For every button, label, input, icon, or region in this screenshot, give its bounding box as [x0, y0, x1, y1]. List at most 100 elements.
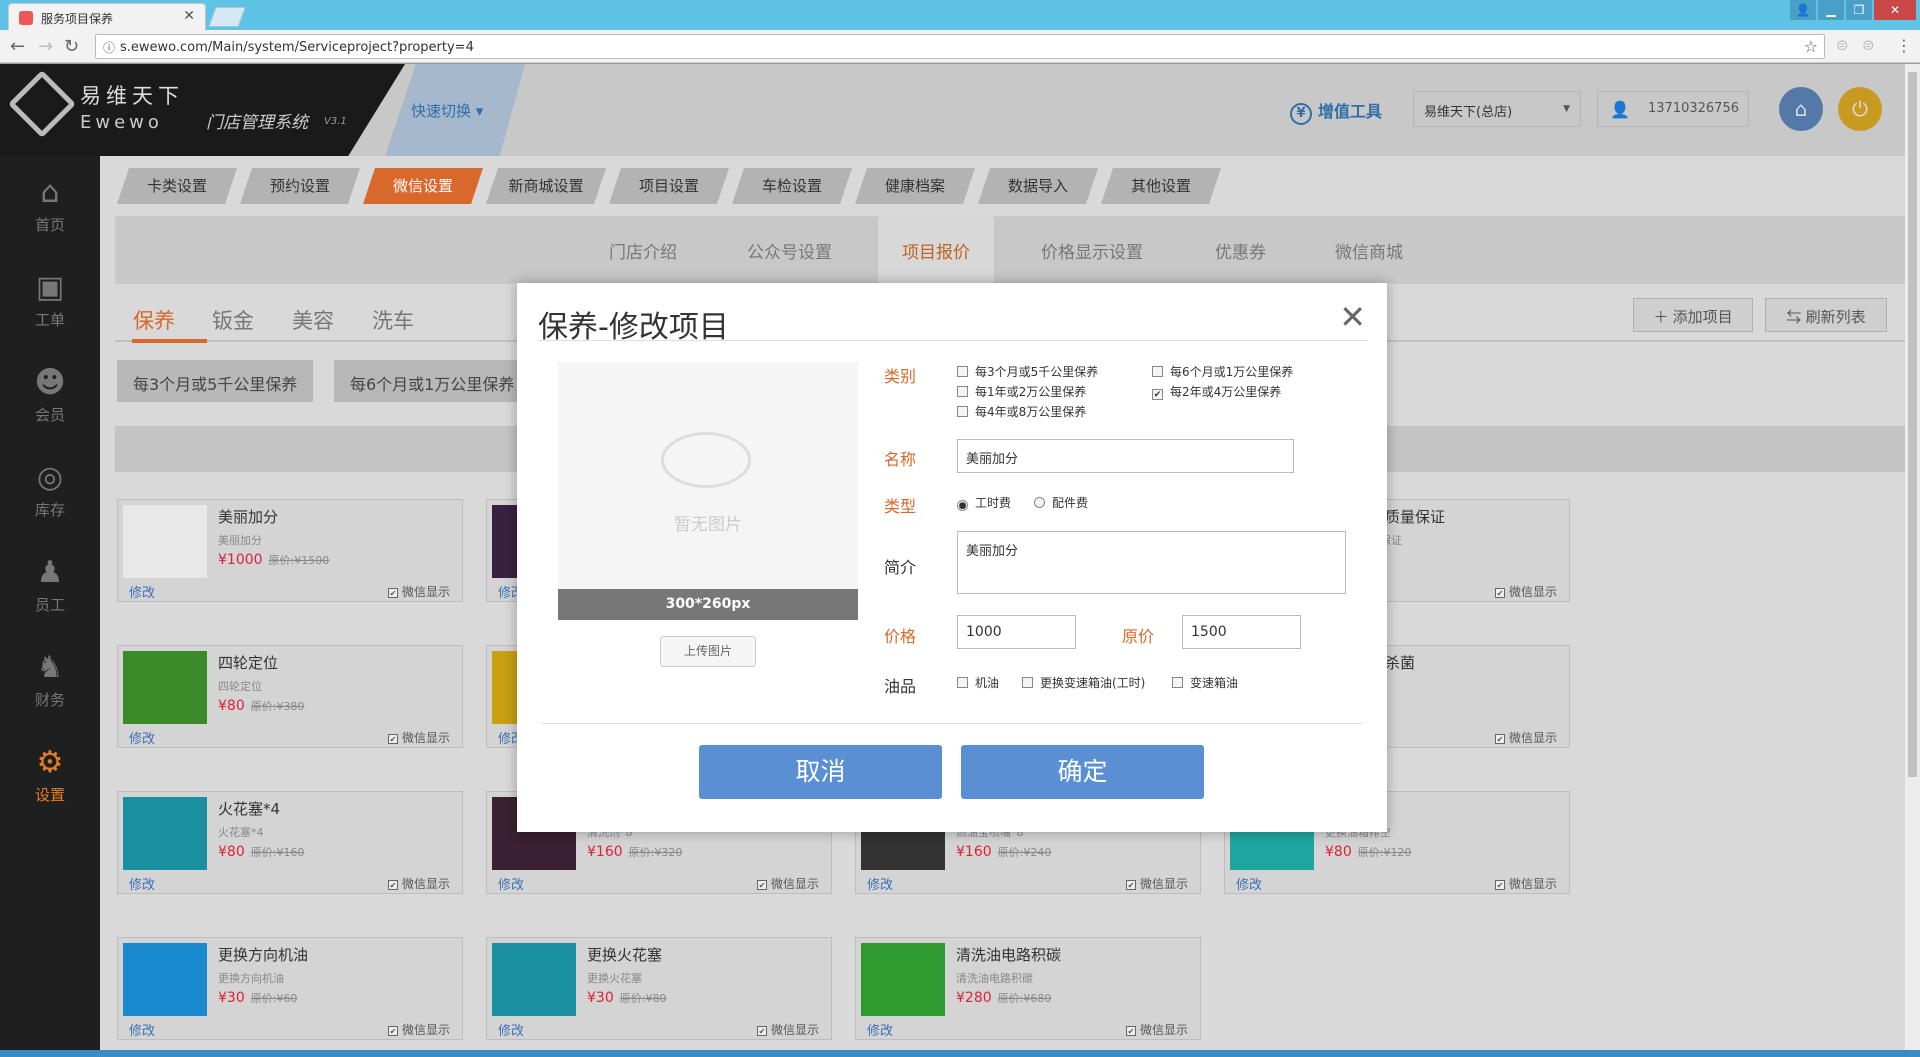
sidebar-item-settings[interactable]: ⚙ 设置 [0, 726, 100, 821]
extension-icon[interactable]: ⊜ [1836, 36, 1849, 54]
sidebar-item-finance[interactable]: ♞ 财务 [0, 631, 100, 726]
cancel-button[interactable]: 取消 [699, 745, 942, 799]
home-button[interactable]: ⌂ [1779, 87, 1823, 131]
checkbox-checked[interactable]: ✔ [387, 734, 398, 744]
wechat-display-checkbox[interactable]: ✔微信显示 [756, 875, 819, 892]
edit-link[interactable]: 修改 [1236, 874, 1262, 893]
checkbox-checked[interactable]: ✔ [1494, 734, 1505, 744]
wechat-display-checkbox[interactable]: ✔微信显示 [1494, 583, 1557, 600]
upload-image-button[interactable]: 上传图片 [660, 636, 756, 667]
checkbox-checked[interactable]: ✔ [756, 1026, 767, 1036]
checkbox-checked[interactable]: ✔ [387, 1026, 398, 1036]
price-input[interactable]: 1000 [957, 615, 1076, 649]
checkbox[interactable] [957, 386, 968, 397]
new-tab-button[interactable] [208, 7, 246, 27]
checkbox-checked[interactable]: ✔ [1125, 1026, 1136, 1036]
edit-link[interactable]: 修改 [867, 1020, 893, 1039]
url-field[interactable]: ⓘ s.ewewo.com/Main/system/Serviceproject… [95, 34, 1825, 59]
subtab-price-display[interactable]: 价格显示设置 [1041, 238, 1143, 263]
edit-link[interactable]: 修改 [129, 1020, 155, 1039]
oil-option-gearbox[interactable]: 变速箱油 [1172, 674, 1238, 691]
tab-wechat-settings[interactable]: 微信设置 [363, 168, 483, 204]
tab-project-settings[interactable]: 项目设置 [609, 168, 729, 204]
checkbox-checked[interactable]: ✔ [387, 588, 398, 598]
name-input[interactable]: 美丽加分 [957, 439, 1294, 473]
checkbox[interactable] [957, 677, 968, 688]
browser-tab[interactable]: 服务项目保养 ✕ [8, 3, 206, 30]
category-maintenance[interactable]: 保养 [133, 305, 175, 335]
close-icon[interactable]: ✕ [1339, 298, 1366, 336]
category-car-wash[interactable]: 洗车 [372, 305, 414, 335]
edit-link[interactable]: 修改 [498, 1020, 524, 1039]
scrollbar[interactable] [1905, 64, 1920, 1057]
wechat-display-checkbox[interactable]: ✔微信显示 [387, 583, 450, 600]
tab-booking-settings[interactable]: 预约设置 [240, 168, 360, 204]
oil-option-engine[interactable]: 机油 [957, 674, 999, 691]
subtab-project-quote[interactable]: 项目报价 [878, 216, 994, 284]
cat-option-1y[interactable]: 每1年或2万公里保养 [957, 383, 1086, 400]
sidebar-item-staff[interactable]: ♟ 员工 [0, 536, 100, 631]
checkbox-checked[interactable]: ✔ [387, 880, 398, 890]
tab-card-settings[interactable]: 卡类设置 [117, 168, 237, 204]
wechat-display-checkbox[interactable]: ✔微信显示 [756, 1021, 819, 1038]
checkbox-checked[interactable]: ✔ [1494, 588, 1505, 598]
sidebar-item-home[interactable]: ⌂ 首页 [0, 156, 100, 251]
close-window-button[interactable]: ✕ [1874, 0, 1916, 20]
edit-link[interactable]: 修改 [498, 874, 524, 893]
wechat-display-checkbox[interactable]: ✔微信显示 [387, 729, 450, 746]
wechat-display-checkbox[interactable]: ✔微信显示 [1494, 875, 1557, 892]
checkbox-checked[interactable]: ✔ [1152, 389, 1163, 400]
wechat-display-checkbox[interactable]: ✔微信显示 [1125, 875, 1188, 892]
subcategory-3m-5k[interactable]: 每3个月或5千公里保养 [117, 360, 314, 402]
minimize-button[interactable]: ▁ [1818, 0, 1844, 20]
refresh-list-button[interactable]: ⇆ 刷新列表 [1765, 298, 1887, 332]
tab-data-import[interactable]: 数据导入 [978, 168, 1098, 204]
subtab-coupons[interactable]: 优惠券 [1215, 238, 1266, 263]
edit-link[interactable]: 修改 [867, 874, 893, 893]
tab-new-mall-settings[interactable]: 新商城设置 [486, 168, 606, 204]
type-option-parts[interactable]: 配件费 [1034, 494, 1088, 511]
checkbox-checked[interactable]: ✔ [756, 880, 767, 890]
subtab-official-account[interactable]: 公众号设置 [747, 238, 832, 263]
confirm-button[interactable]: 确定 [961, 745, 1204, 799]
wechat-display-checkbox[interactable]: ✔微信显示 [387, 1021, 450, 1038]
extension-icon[interactable]: ⊜ [1862, 36, 1875, 54]
wechat-display-checkbox[interactable]: ✔微信显示 [1494, 729, 1557, 746]
sidebar-item-inventory[interactable]: ◎ 库存 [0, 441, 100, 536]
checkbox[interactable] [957, 406, 968, 417]
type-option-labor[interactable]: ● 工时费 [957, 494, 1011, 511]
back-icon[interactable]: ← [10, 36, 25, 57]
cat-option-2y[interactable]: ✔ 每2年或4万公里保养 [1152, 383, 1281, 400]
checkbox-checked[interactable]: ✔ [1494, 880, 1505, 890]
oil-option-gearbox-labor[interactable]: 更换变速箱油(工时) [1022, 674, 1145, 691]
add-project-button[interactable]: ＋ 添加项目 [1633, 298, 1753, 332]
tab-inspection-settings[interactable]: 车检设置 [732, 168, 852, 204]
forward-icon[interactable]: → [38, 36, 53, 57]
info-icon[interactable]: ⓘ [103, 39, 115, 56]
wechat-display-checkbox[interactable]: ✔微信显示 [1125, 1021, 1188, 1038]
bookmark-star-icon[interactable]: ☆ [1804, 37, 1818, 56]
close-tab-icon[interactable]: ✕ [183, 8, 195, 24]
menu-icon[interactable]: ⋮ [1896, 36, 1912, 55]
edit-link[interactable]: 修改 [129, 582, 155, 601]
user-info[interactable]: 👤 13710326756 [1597, 91, 1749, 127]
restore-button[interactable]: ❐ [1846, 0, 1872, 20]
sidebar-item-member[interactable]: ☻ 会员 [0, 346, 100, 441]
wechat-display-checkbox[interactable]: ✔微信显示 [387, 875, 450, 892]
cat-option-3m[interactable]: 每3个月或5千公里保养 [957, 363, 1098, 380]
store-select[interactable]: 易维天下(总店) ▼ [1413, 91, 1581, 127]
subcategory-6m-10k[interactable]: 每6个月或1万公里保养 [334, 360, 524, 402]
checkbox[interactable] [957, 366, 968, 377]
radio[interactable] [1034, 497, 1045, 508]
checkbox-checked[interactable]: ✔ [1125, 880, 1136, 890]
category-beauty[interactable]: 美容 [292, 305, 334, 335]
cat-option-4y[interactable]: 每4年或8万公里保养 [957, 403, 1086, 420]
subtab-store-intro[interactable]: 门店介绍 [609, 238, 677, 263]
checkbox[interactable] [1152, 366, 1163, 377]
checkbox[interactable] [1022, 677, 1033, 688]
power-button[interactable]: ⏻ [1838, 87, 1882, 131]
radio-selected[interactable]: ● [957, 500, 968, 511]
category-sheet-metal[interactable]: 钣金 [212, 305, 254, 335]
checkbox[interactable] [1172, 677, 1183, 688]
scrollbar-thumb[interactable] [1908, 72, 1917, 777]
